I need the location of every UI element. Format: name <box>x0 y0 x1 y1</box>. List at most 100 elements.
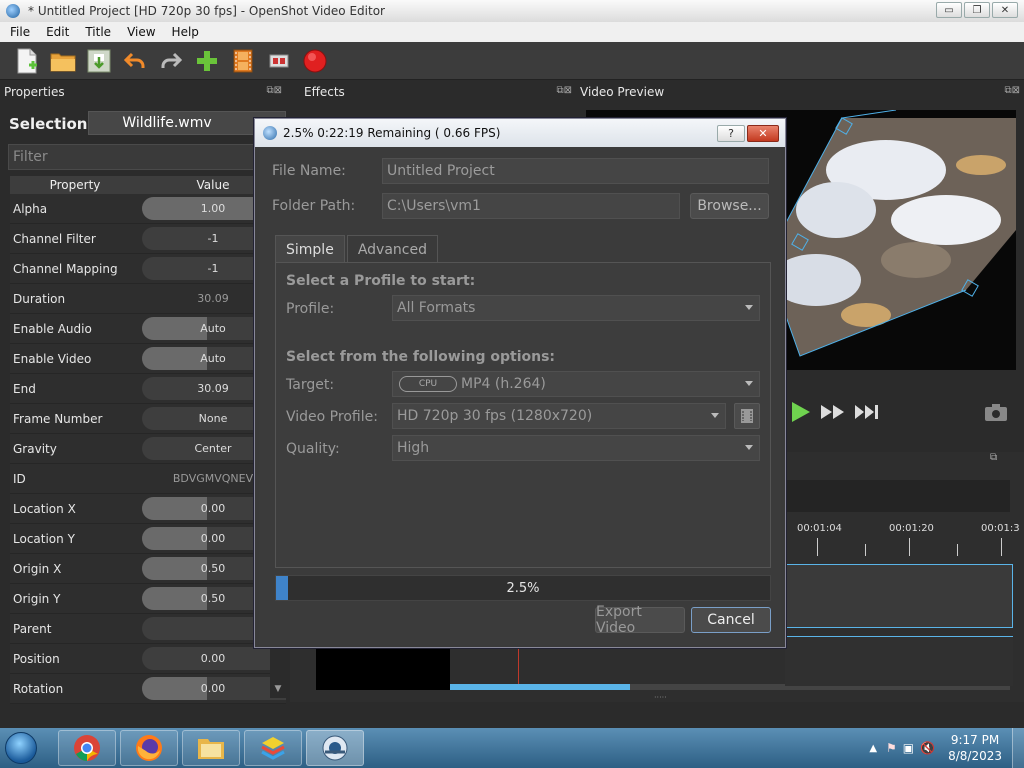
property-row[interactable]: Position 0.00 <box>10 644 286 674</box>
timeline-clip-thumbnail <box>316 644 450 690</box>
tray-expand-icon[interactable]: ▲ <box>863 743 883 754</box>
taskbar-bluestacks[interactable] <box>244 730 302 766</box>
taskbar-firefox[interactable] <box>120 730 178 766</box>
ruler-tick-label: 00:01:3 <box>981 523 1020 534</box>
cancel-button[interactable]: Cancel <box>691 607 771 633</box>
property-row[interactable]: End 30.09 <box>10 374 286 404</box>
window-controls: ▭ ❐ ✕ <box>936 2 1018 18</box>
profile-dropdown[interactable]: All Formats <box>392 295 760 321</box>
selection-row: Selection: Wildlife.wmv <box>0 110 286 138</box>
new-project-button[interactable] <box>14 48 40 74</box>
import-files-button[interactable] <box>194 48 220 74</box>
menu-file[interactable]: File <box>0 25 36 39</box>
property-row[interactable]: Frame Number None <box>10 404 286 434</box>
ruler-tick-label: 00:01:20 <box>889 523 934 534</box>
property-value-text: -1 <box>207 232 219 245</box>
scroll-down-arrow-icon[interactable]: ▼ <box>272 684 284 696</box>
property-name: Duration <box>13 291 66 306</box>
chevron-down-icon <box>745 305 753 310</box>
export-video-button[interactable]: Export Video <box>595 604 685 636</box>
dialog-body: File Name: Untitled Project Folder Path:… <box>259 147 781 645</box>
property-value-text: 0.00 <box>200 502 226 515</box>
redo-button[interactable] <box>158 48 184 74</box>
video-profile-edit-button[interactable] <box>734 403 760 429</box>
fast-forward-icon[interactable] <box>820 404 846 420</box>
taskbar-chrome[interactable] <box>58 730 116 766</box>
close-window-button[interactable]: ✕ <box>992 2 1018 18</box>
show-desktop-button[interactable] <box>1012 728 1024 768</box>
video-profile-dropdown[interactable]: HD 720p 30 fps (1280x720) <box>392 403 726 429</box>
property-row[interactable]: Rotation 0.00 <box>10 674 286 704</box>
property-row[interactable]: Channel Filter -1 <box>10 224 286 254</box>
target-dropdown[interactable]: CPU MP4 (h.264) <box>392 371 760 397</box>
browse-button[interactable]: Browse... <box>690 193 769 219</box>
undo-icon <box>124 52 145 68</box>
camera-icon[interactable] <box>984 402 1008 422</box>
property-row[interactable]: Duration 30.09 <box>10 284 286 314</box>
minimize-button[interactable]: ▭ <box>936 2 962 18</box>
dock-float-icon[interactable]: ⧉⊠ <box>556 85 572 96</box>
network-icon[interactable]: ▣ <box>900 741 917 755</box>
property-row[interactable]: Alpha 1.00 <box>10 194 286 224</box>
film-strip-icon <box>741 409 753 423</box>
dialog-help-button[interactable]: ? <box>717 125 745 142</box>
property-value[interactable]: 0.00 <box>140 644 286 673</box>
dialog-close-button[interactable]: ✕ <box>747 125 779 142</box>
timeline-scroll-thumb[interactable] <box>450 684 630 690</box>
export-video-button[interactable] <box>302 48 328 74</box>
action-center-icon[interactable]: ⚑ <box>883 741 900 755</box>
simple-tab-panel: Select a Profile to start: Profile: All … <box>275 262 771 568</box>
column-header-property[interactable]: Property <box>10 176 140 194</box>
folder-path-input[interactable]: C:\Users\vm1 <box>382 193 680 219</box>
property-row[interactable]: Enable Audio Auto <box>10 314 286 344</box>
jump-to-end-icon[interactable] <box>854 404 880 420</box>
property-row[interactable]: Enable Video Auto <box>10 344 286 374</box>
property-name: Gravity <box>13 441 57 456</box>
taskbar-file-explorer[interactable] <box>182 730 240 766</box>
fullscreen-button[interactable] <box>266 48 292 74</box>
system-tray: ▲ ⚑ ▣ 🔇 9:17 PM 8/8/2023 <box>863 728 1024 768</box>
undo-button[interactable] <box>122 48 148 74</box>
property-row[interactable]: Gravity Center <box>10 434 286 464</box>
property-row[interactable]: Origin Y 0.50 <box>10 584 286 614</box>
playhead[interactable] <box>518 648 519 684</box>
menu-bar: File Edit Title View Help <box>0 22 1024 42</box>
dock-float-icon[interactable]: ⧉ <box>990 452 1024 463</box>
clock-time: 9:17 PM <box>950 733 1000 747</box>
menu-view[interactable]: View <box>117 25 161 39</box>
volume-muted-icon[interactable]: 🔇 <box>917 741 938 755</box>
property-row[interactable]: Parent <box>10 614 286 644</box>
open-project-button[interactable] <box>50 48 76 74</box>
dock-float-icon[interactable]: ⧉⊠ <box>1004 85 1020 96</box>
property-row[interactable]: ID BDVGMVQNEV <box>10 464 286 494</box>
splitter-handle[interactable]: ····· <box>654 694 674 702</box>
property-row[interactable]: Origin X 0.50 <box>10 554 286 584</box>
save-project-button[interactable] <box>86 48 112 74</box>
property-row[interactable]: Channel Mapping -1 <box>10 254 286 284</box>
timeline-track-2[interactable] <box>785 636 1013 686</box>
timeline-track-1[interactable] <box>785 564 1013 628</box>
quality-dropdown[interactable]: High <box>392 435 760 461</box>
maximize-button[interactable]: ❐ <box>964 2 990 18</box>
save-icon <box>87 49 111 72</box>
file-name-input[interactable]: Untitled Project <box>382 158 769 184</box>
taskbar-openshot[interactable] <box>306 730 364 766</box>
effects-dock-title: Effects <box>304 85 345 99</box>
start-button[interactable] <box>0 728 42 768</box>
choose-profile-button[interactable] <box>230 48 256 74</box>
tab-advanced[interactable]: Advanced <box>346 235 438 263</box>
play-icon[interactable] <box>788 400 812 424</box>
filter-input[interactable]: Filter <box>8 144 286 170</box>
property-name: ID <box>13 471 26 486</box>
property-row[interactable]: Location X 0.00 <box>10 494 286 524</box>
menu-edit[interactable]: Edit <box>36 25 75 39</box>
property-row[interactable]: Location Y 0.00 <box>10 524 286 554</box>
property-name: Origin X <box>13 561 62 576</box>
tab-simple[interactable]: Simple <box>275 235 345 263</box>
options-section-heading: Select from the following options: <box>286 349 556 365</box>
dock-float-icon[interactable]: ⧉⊠ <box>266 85 282 96</box>
property-value[interactable]: 0.00 <box>140 674 286 703</box>
menu-title[interactable]: Title <box>75 25 117 39</box>
taskbar-clock[interactable]: 9:17 PM 8/8/2023 <box>938 732 1012 764</box>
menu-help[interactable]: Help <box>162 25 205 39</box>
